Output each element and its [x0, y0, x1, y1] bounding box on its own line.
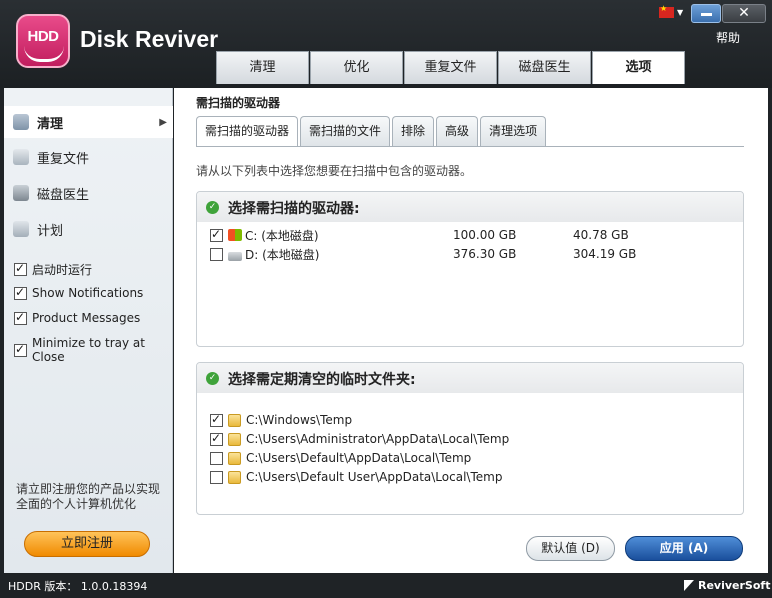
temp-folder-checkbox[interactable] — [210, 431, 223, 446]
close-button[interactable]: ✕ — [722, 4, 766, 23]
run-at-startup-checkbox[interactable] — [14, 261, 27, 276]
subtab-advanced[interactable]: 高级 — [436, 116, 479, 146]
logo-text: HDD — [27, 28, 60, 45]
checkbox-label: Minimize to tray at Close — [32, 336, 145, 364]
temp-folder-row: C:\Users\Administrator\AppData\Local\Tem… — [210, 430, 730, 448]
option-minimize-to-tray[interactable]: Minimize to tray at Close — [14, 336, 172, 364]
checkbox-label: 启动时运行 — [32, 263, 93, 277]
sidebar-item-clean[interactable]: 清理 ▶ — [4, 106, 173, 138]
drive-row: C: (本地磁盘) 100.00 GB 40.78 GB — [210, 226, 730, 244]
drive-free: 40.78 GB — [573, 228, 629, 242]
default-button[interactable]: 默认值 (D) — [526, 536, 615, 561]
sidebar-item-schedule[interactable]: 计划 — [4, 213, 173, 245]
help-link[interactable]: 帮助 — [716, 29, 740, 46]
minimize-button[interactable] — [691, 4, 721, 23]
chevron-down-icon[interactable]: ▼ — [677, 8, 683, 17]
apply-button[interactable]: 应用 (A) — [625, 536, 743, 561]
drive-c-checkbox[interactable] — [210, 227, 223, 242]
temp-folder-path: C:\Windows\Temp — [246, 413, 353, 427]
temp-folders-panel: ✓ 选择需定期清空的临时文件夹: C:\Windows\Temp C:\User… — [196, 362, 744, 515]
panel-title: 选择需定期清空的临时文件夹: — [228, 372, 416, 388]
panel-header: ✓ 选择需定期清空的临时文件夹: — [197, 363, 743, 393]
sidebar-item-label: 计划 — [37, 223, 64, 239]
subtab-exclude[interactable]: 排除 — [392, 116, 435, 146]
stethoscope-icon — [13, 185, 29, 201]
folder-icon — [228, 470, 241, 484]
duplicate-file-icon — [13, 149, 29, 165]
sidebar-item-duplicate-files[interactable]: 重复文件 — [4, 141, 173, 173]
minimize-to-tray-checkbox[interactable] — [14, 342, 27, 357]
temp-folder-row: C:\Windows\Temp — [210, 411, 730, 429]
tab-options[interactable]: 选项 — [592, 51, 685, 84]
sidebar-item-label: 清理 — [37, 116, 64, 132]
subtab-clean-options[interactable]: 清理选项 — [480, 116, 547, 146]
tab-clean[interactable]: 清理 — [216, 51, 309, 84]
chevron-right-icon: ▶ — [159, 116, 167, 128]
sidebar-item-label: 重复文件 — [37, 151, 90, 167]
register-now-button[interactable]: 立即注册 — [24, 531, 150, 557]
sidebar: 清理 ▶ 重复文件 磁盘医生 计划 启动时运行 Show Notificatio… — [4, 88, 173, 573]
drive-row: D: (本地磁盘) 376.30 GB 304.19 GB — [210, 245, 730, 263]
checkbox-label: Show Notifications — [32, 286, 144, 300]
language-flag-icon[interactable] — [659, 4, 674, 18]
temp-folder-path: C:\Users\Default\AppData\Local\Temp — [246, 451, 472, 465]
register-note: 请立即注册您的产品以实现全面的个人计算机优化 — [16, 482, 161, 511]
show-notifications-checkbox[interactable] — [14, 285, 27, 300]
app-title: Disk Reviver — [80, 26, 219, 52]
tab-divider — [196, 146, 744, 147]
instruction-text: 请从以下列表中选择您想要在扫描中包含的驱动器。 — [196, 164, 473, 178]
temp-folder-row: C:\Users\Default\AppData\Local\Temp — [210, 449, 730, 467]
system-drive-icon — [228, 229, 242, 241]
folder-icon — [228, 432, 241, 446]
temp-folder-path: C:\Users\Default User\AppData\Local\Temp — [246, 470, 503, 484]
drives-panel: ✓ 选择需扫描的驱动器: C: (本地磁盘) 100.00 GB 40.78 G… — [196, 191, 744, 347]
drive-d-checkbox[interactable] — [210, 247, 223, 261]
brand-text: ReviverSoft — [698, 579, 771, 592]
sidebar-item-label: 磁盘医生 — [37, 187, 90, 203]
check-circle-icon: ✓ — [206, 201, 219, 214]
option-product-messages[interactable]: Product Messages — [14, 310, 141, 325]
panel-header: ✓ 选择需扫描的驱动器: — [197, 192, 743, 222]
subtab-files[interactable]: 需扫描的文件 — [300, 116, 391, 146]
checkbox-label: Product Messages — [32, 311, 141, 325]
sidebar-item-disk-doctor[interactable]: 磁盘医生 — [4, 177, 173, 209]
title-bar: HDD Disk Reviver ▼ ✕ 帮助 清理 优化 重复文件 磁盘医生 … — [0, 0, 772, 88]
temp-folder-checkbox[interactable] — [210, 470, 223, 484]
logo-swoosh-icon — [24, 46, 64, 62]
temp-folder-checkbox[interactable] — [210, 412, 223, 427]
option-run-at-startup[interactable]: 启动时运行 — [14, 261, 92, 278]
tab-duplicate-files[interactable]: 重复文件 — [404, 51, 497, 84]
main-nav: 清理 优化 重复文件 磁盘医生 选项 — [216, 51, 686, 84]
app-logo: HDD — [16, 14, 70, 68]
drive-name: C: (本地磁盘) — [245, 228, 319, 243]
panel-title: 选择需扫描的驱动器: — [228, 201, 360, 217]
tab-optimize[interactable]: 优化 — [310, 51, 403, 84]
drive-free: 304.19 GB — [573, 247, 637, 261]
temp-folder-row: C:\Users\Default User\AppData\Local\Temp — [210, 468, 730, 486]
folder-icon — [228, 451, 241, 465]
calendar-icon — [13, 221, 29, 237]
sub-tabs: 需扫描的驱动器 需扫描的文件 排除 高级 清理选项 — [196, 116, 548, 147]
check-circle-icon: ✓ — [206, 372, 219, 385]
status-bar: HDDR 版本： 1.0.0.18394 ReviverSoft — [0, 574, 772, 598]
subtab-drives[interactable]: 需扫描的驱动器 — [196, 116, 299, 147]
folder-icon — [228, 413, 241, 427]
drive-size: 376.30 GB — [453, 247, 517, 261]
broom-icon — [13, 114, 29, 130]
section-heading: 需扫描的驱动器 — [196, 96, 281, 110]
main-content: 需扫描的驱动器 需扫描的驱动器 需扫描的文件 排除 高级 清理选项 请从以下列表… — [174, 88, 768, 573]
temp-folder-path: C:\Users\Administrator\AppData\Local\Tem… — [246, 432, 510, 446]
drive-name: D: (本地磁盘) — [245, 247, 320, 262]
product-messages-checkbox[interactable] — [14, 310, 27, 325]
drive-size: 100.00 GB — [453, 228, 517, 242]
hard-drive-icon — [228, 251, 242, 261]
version-text: HDDR 版本： 1.0.0.18394 — [8, 580, 148, 593]
tab-disk-doctor[interactable]: 磁盘医生 — [498, 51, 591, 84]
temp-folder-checkbox[interactable] — [210, 451, 223, 465]
option-show-notifications[interactable]: Show Notifications — [14, 285, 144, 300]
